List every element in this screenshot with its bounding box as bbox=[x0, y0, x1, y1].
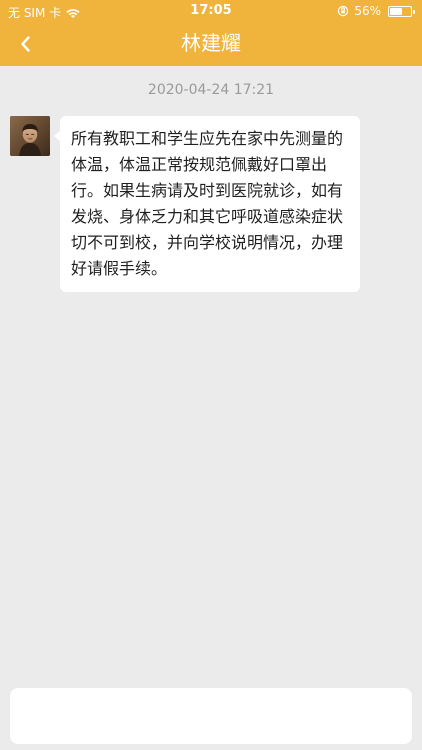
rotation-lock-icon bbox=[337, 5, 349, 17]
status-right: 56% bbox=[337, 4, 415, 18]
chat-title: 林建耀 bbox=[181, 31, 241, 55]
sender-avatar[interactable] bbox=[10, 116, 50, 156]
top-bar: 无 SIM 卡 17:05 56% 林建耀 bbox=[0, 0, 422, 66]
message-timestamp: 2020-04-24 17:21 bbox=[147, 82, 275, 98]
battery-level bbox=[390, 7, 402, 15]
message-bubble[interactable]: 所有教职工和学生应先在家中先测量的体温，体温正常按规范佩戴好口罩出行。如果生病请… bbox=[54, 116, 360, 292]
message-text: 所有教职工和学生应先在家中先测量的体温，体温正常按规范佩戴好口罩出行。如果生病请… bbox=[71, 129, 344, 278]
message-row: 所有教职工和学生应先在家中先测量的体温，体温正常按规范佩戴好口罩出行。如果生病请… bbox=[10, 116, 360, 292]
message-input[interactable] bbox=[10, 688, 412, 744]
composer-area bbox=[0, 682, 422, 750]
battery-cap bbox=[413, 9, 415, 14]
battery-percentage: 56% bbox=[354, 4, 381, 18]
status-bar: 无 SIM 卡 17:05 56% bbox=[0, 0, 422, 22]
battery-icon bbox=[388, 5, 415, 17]
conversation-area: 2020-04-24 17:21 所有教职工和学生应先在家中先测量的体温，体温正… bbox=[0, 66, 422, 682]
